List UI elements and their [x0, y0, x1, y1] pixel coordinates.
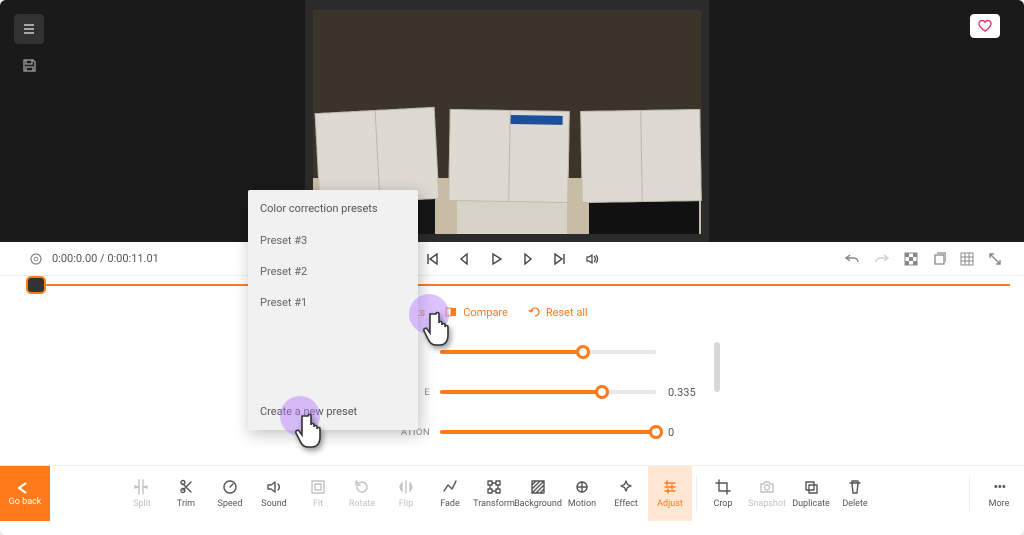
tool-delete[interactable]: Delete: [833, 466, 877, 521]
split-icon: [133, 478, 151, 496]
speed-icon: [221, 478, 239, 496]
grid-icon[interactable]: [960, 252, 974, 266]
timeline[interactable]: [0, 276, 1024, 298]
slider-knob[interactable]: [595, 385, 609, 399]
compare-button[interactable]: Compare: [445, 306, 508, 319]
slider-track[interactable]: [440, 350, 656, 354]
slider-track[interactable]: [440, 390, 656, 394]
tool-sound[interactable]: Sound: [252, 466, 296, 521]
tool-fade[interactable]: Fade: [428, 466, 472, 521]
step-forward-icon[interactable]: [521, 252, 535, 266]
tool-motion[interactable]: Motion: [560, 466, 604, 521]
timecode: 0:00:0.00 / 0:00:11.01: [52, 252, 159, 265]
hamburger-menu[interactable]: [14, 14, 44, 44]
crop-icon: [714, 478, 732, 496]
tool-effect[interactable]: Effect: [604, 466, 648, 521]
preset-item[interactable]: Preset #2: [260, 256, 406, 287]
panel-scrollbar[interactable]: [714, 342, 720, 392]
settings-icon[interactable]: [28, 251, 44, 267]
slider-row: [370, 332, 700, 372]
tool-rotate: Rotate: [340, 466, 384, 521]
tool-background[interactable]: Background: [516, 466, 560, 521]
slider-knob[interactable]: [649, 425, 663, 439]
tool-duplicate[interactable]: Duplicate: [789, 466, 833, 521]
timeline-track[interactable]: [28, 284, 1010, 286]
window-icon[interactable]: [932, 252, 946, 266]
tool-fit: Fit: [296, 466, 340, 521]
preview-area: [0, 0, 1024, 242]
playbar: 0:00:0.00 / 0:00:11.01: [0, 242, 1024, 276]
skip-start-icon[interactable]: [425, 252, 439, 266]
checker-icon[interactable]: [904, 252, 918, 266]
reset-all-button[interactable]: Reset all: [528, 306, 588, 319]
rotate-icon: [353, 478, 371, 496]
tool-crop[interactable]: Crop: [701, 466, 745, 521]
tool-trim[interactable]: Trim: [164, 466, 208, 521]
more-button[interactable]: More: [974, 466, 1024, 521]
slider-value: 0.335: [656, 386, 700, 399]
bottom-toolbar: Go back SplitTrimSpeedSoundFitRotateFlip…: [0, 465, 1024, 521]
create-preset-button[interactable]: Create a new preset: [248, 393, 418, 430]
adjust-icon: [661, 478, 679, 496]
tool-split: Split: [120, 466, 164, 521]
go-back-button[interactable]: Go back: [0, 466, 50, 521]
slider-row: E 0.335: [370, 372, 700, 412]
motion-icon: [573, 478, 591, 496]
preset-item[interactable]: Preset #1: [260, 287, 406, 318]
fit-icon: [309, 478, 327, 496]
preset-item[interactable]: Preset #3: [260, 225, 406, 256]
tool-flip: Flip: [384, 466, 428, 521]
sound-icon: [265, 478, 283, 496]
transform-icon: [485, 478, 503, 496]
play-icon[interactable]: [489, 252, 503, 266]
step-back-icon[interactable]: [457, 252, 471, 266]
redo-icon[interactable]: [874, 252, 890, 266]
fullscreen-icon[interactable]: [988, 252, 1002, 266]
tool-adjust[interactable]: Adjust: [648, 466, 692, 521]
background-icon: [529, 478, 547, 496]
slider-track[interactable]: [440, 430, 656, 434]
fade-icon: [441, 478, 459, 496]
duplicate-icon: [802, 478, 820, 496]
playhead[interactable]: [28, 278, 44, 292]
presets-popup: Color correction presets Preset #3Preset…: [248, 190, 418, 430]
delete-icon: [846, 478, 864, 496]
adjust-panel: Presets Compare Reset all E 0.335 ATION: [370, 298, 700, 492]
slider-row: ATION 0: [370, 412, 700, 452]
favorite-button[interactable]: [970, 14, 1000, 38]
volume-icon[interactable]: [585, 252, 599, 266]
popup-title: Color correction presets: [248, 190, 418, 221]
save-button[interactable]: [14, 50, 44, 80]
tool-transform[interactable]: Transform: [472, 466, 516, 521]
tool-snapshot: Snapshot: [745, 466, 789, 521]
flip-icon: [397, 478, 415, 496]
skip-end-icon[interactable]: [553, 252, 567, 266]
effect-icon: [617, 478, 635, 496]
snapshot-icon: [758, 478, 776, 496]
trim-icon: [177, 478, 195, 496]
tool-speed[interactable]: Speed: [208, 466, 252, 521]
undo-icon[interactable]: [844, 252, 860, 266]
slider-knob[interactable]: [576, 345, 590, 359]
